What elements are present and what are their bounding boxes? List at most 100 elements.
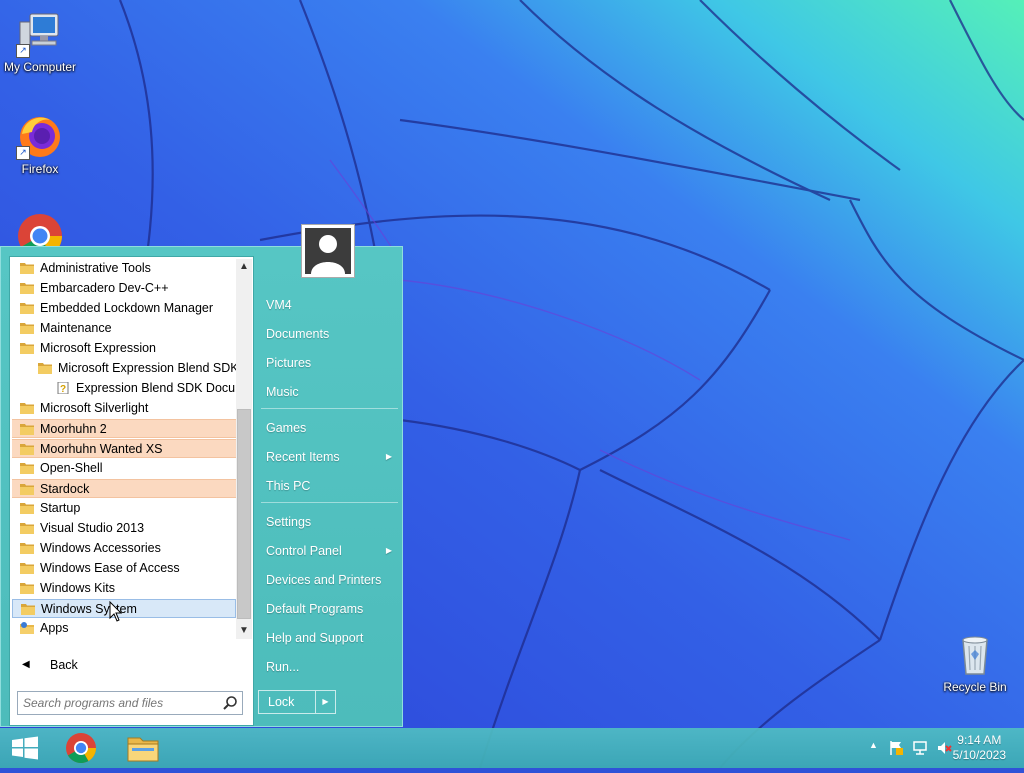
start-menu-link[interactable]: Settings: [261, 509, 398, 535]
program-item[interactable]: Administrative Tools: [12, 259, 236, 278]
back-label: Back: [50, 658, 78, 672]
windows-start-icon: [12, 736, 38, 760]
folder-icon: [20, 444, 34, 455]
search-icon[interactable]: [222, 695, 238, 711]
start-menu-link-label: Settings: [266, 515, 312, 529]
apps-folder-icon: [20, 622, 34, 634]
start-menu-link[interactable]: Run...: [261, 654, 398, 680]
folder-icon: [20, 343, 34, 354]
start-menu-link[interactable]: Documents: [261, 321, 398, 347]
start-menu-link-label: Recent Items: [266, 450, 340, 464]
folder-icon: [21, 604, 35, 615]
start-menu-link[interactable]: Devices and Printers: [261, 567, 398, 593]
lock-options-arrow-icon[interactable]: ▶: [315, 691, 335, 713]
program-item-label: Windows Accessories: [40, 541, 161, 555]
program-item-label: Windows Kits: [40, 581, 116, 595]
desktop-icon-my-computer[interactable]: ↗ My Computer: [0, 10, 80, 74]
program-item[interactable]: Windows System: [12, 599, 236, 618]
back-arrow-icon: ◀: [22, 659, 30, 670]
program-item[interactable]: Microsoft Expression: [12, 339, 236, 358]
folder-icon: [20, 323, 34, 334]
desktop-icon-label: Firefox: [21, 162, 59, 176]
program-item[interactable]: Windows Accessories: [12, 539, 236, 558]
program-item-label: Microsoft Expression: [40, 341, 157, 355]
user-picture[interactable]: [301, 224, 355, 278]
recycle-bin-icon: [962, 636, 988, 675]
start-button[interactable]: [0, 728, 50, 768]
taskbar-clock[interactable]: 9:14 AM 5/10/2023: [953, 733, 1006, 763]
start-menu-link[interactable]: Help and Support: [261, 625, 398, 651]
lock-button[interactable]: Lock ▶: [258, 690, 336, 714]
search-box[interactable]: [17, 691, 243, 715]
folder-icon: [20, 563, 34, 574]
start-menu-link-label: Devices and Printers: [266, 573, 382, 587]
volume-muted-icon[interactable]: [936, 740, 952, 756]
show-hidden-icons-chevron[interactable]: ▲: [869, 740, 878, 750]
start-menu-link[interactable]: Music: [261, 379, 398, 405]
program-item[interactable]: Startup: [12, 499, 236, 518]
desktop-icon-firefox[interactable]: ↗ Firefox: [0, 112, 80, 176]
start-menu-link-label: Games: [266, 421, 307, 435]
start-menu-link[interactable]: Pictures: [261, 350, 398, 376]
menu-separator: [261, 502, 398, 503]
program-item[interactable]: Moorhuhn 2: [12, 419, 236, 438]
file-explorer-icon: [127, 737, 159, 762]
program-item-label: Administrative Tools: [40, 261, 151, 275]
folder-icon: [20, 263, 34, 274]
folder-icon: [20, 303, 34, 314]
start-menu-link[interactable]: Default Programs: [261, 596, 398, 622]
taskbar-chrome-button[interactable]: [56, 728, 106, 768]
program-item[interactable]: Microsoft Expression Blend SDK: [12, 359, 236, 378]
scrollbar-thumb[interactable]: [237, 409, 251, 619]
program-item[interactable]: Embarcadero Dev-C++: [12, 279, 236, 298]
user-avatar-icon: [305, 228, 351, 274]
program-item[interactable]: Microsoft Silverlight: [12, 399, 236, 418]
program-item[interactable]: ? Expression Blend SDK Docume: [12, 379, 236, 398]
back-button[interactable]: ◀ Back: [10, 652, 250, 678]
start-menu-link-label: This PC: [266, 479, 311, 493]
folder-icon: [20, 583, 34, 594]
action-center-flag-icon[interactable]: [888, 740, 904, 756]
program-item[interactable]: Windows Ease of Access: [12, 559, 236, 578]
program-item[interactable]: Open-Shell: [12, 459, 236, 478]
start-menu-link-label: Default Programs: [266, 602, 364, 616]
scroll-down-icon[interactable]: ▼: [236, 623, 252, 639]
submenu-arrow-icon: ▶: [385, 452, 392, 461]
taskbar-file-explorer-button[interactable]: [118, 728, 168, 768]
start-menu-link-label: Documents: [266, 327, 330, 341]
start-menu-link[interactable]: Control Panel ▶: [261, 538, 398, 564]
program-list-scrollbar[interactable]: ▲ ▼: [236, 259, 252, 639]
program-item[interactable]: Visual Studio 2013: [12, 519, 236, 538]
program-item[interactable]: Stardock: [12, 479, 236, 498]
start-menu-link-label: Help and Support: [266, 631, 364, 645]
mouse-cursor-icon: [109, 601, 123, 622]
program-item[interactable]: Apps: [12, 619, 236, 638]
svg-text:?: ?: [60, 384, 66, 394]
folder-icon: [20, 424, 34, 435]
program-item-label: Moorhuhn 2: [40, 422, 107, 436]
program-item-label: Maintenance: [40, 321, 112, 335]
folder-icon: [20, 503, 34, 514]
program-item-label: Windows Ease of Access: [40, 561, 180, 575]
program-item-label: Stardock: [40, 482, 90, 496]
folder-icon: [20, 543, 34, 554]
folder-icon: [20, 403, 34, 414]
program-item-label: Startup: [40, 501, 81, 515]
start-menu-link-label: Run...: [266, 660, 300, 674]
desktop-icon-recycle-bin[interactable]: Recycle Bin: [935, 630, 1015, 694]
start-menu-link[interactable]: This PC: [261, 473, 398, 499]
program-item[interactable]: Moorhuhn Wanted XS: [12, 439, 236, 458]
start-menu-link[interactable]: Recent Items ▶: [261, 444, 398, 470]
program-item-label: Moorhuhn Wanted XS: [40, 442, 163, 456]
program-item[interactable]: Maintenance: [12, 319, 236, 338]
program-item[interactable]: Windows Kits: [12, 579, 236, 598]
program-item[interactable]: Embedded Lockdown Manager: [12, 299, 236, 318]
clock-date: 5/10/2023: [952, 748, 1006, 762]
search-input[interactable]: [23, 695, 213, 711]
start-menu-link-label: Music: [266, 385, 299, 399]
start-menu-link[interactable]: Games: [261, 415, 398, 441]
scroll-up-icon[interactable]: ▲: [236, 259, 252, 275]
folder-icon: [20, 523, 34, 534]
start-menu-link[interactable]: VM4: [261, 292, 398, 318]
network-icon[interactable]: [912, 740, 928, 756]
